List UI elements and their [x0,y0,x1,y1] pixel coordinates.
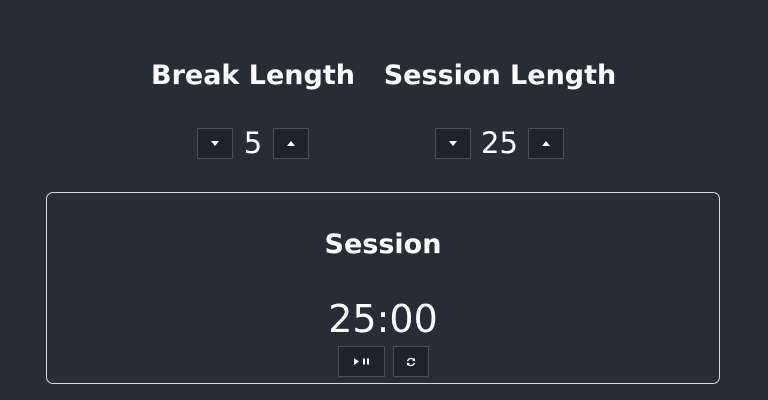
reset-button[interactable] [393,346,429,377]
time-left-display: 25:00 [328,297,438,341]
break-increment-button[interactable] [273,127,309,159]
caret-down-icon [211,140,219,146]
break-length-value: 5 [243,126,263,160]
session-length-controls: 25 [435,127,564,159]
session-length-value: 25 [481,126,518,160]
caret-up-icon [287,140,295,146]
caret-down-icon [449,140,457,146]
session-length-label: Session Length [383,60,617,91]
session-decrement-button[interactable] [435,127,471,159]
break-decrement-button[interactable] [197,127,233,159]
break-length-controls: 5 [197,127,309,159]
pomodoro-clock: Break Length Session Length 5 25 Session… [0,0,768,400]
break-length-label: Break Length [151,60,355,91]
timer-panel: Session 25:00 [46,192,720,384]
caret-up-icon [542,140,550,146]
timer-controls [338,346,429,377]
play-pause-icon [353,358,369,365]
session-increment-button[interactable] [528,127,564,159]
refresh-icon [406,357,416,366]
start-stop-button[interactable] [338,346,385,377]
timer-label: Session [324,229,442,260]
